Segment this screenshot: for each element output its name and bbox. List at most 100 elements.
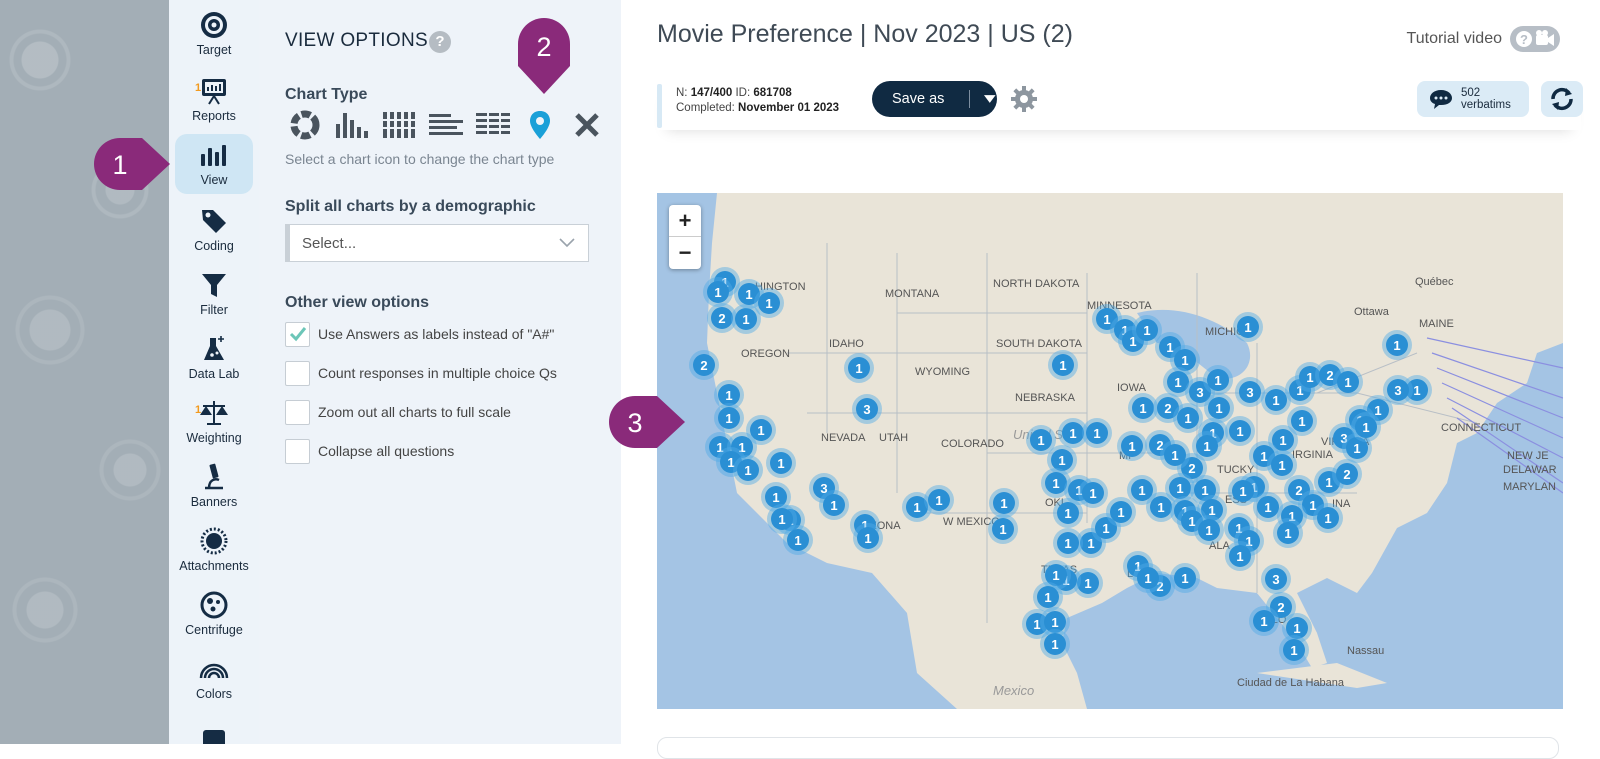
- chart-type-stacked-horizontal-bar[interactable]: [473, 108, 513, 142]
- cluster-marker[interactable]: 1: [766, 448, 796, 478]
- cluster-marker[interactable]: 1: [1204, 393, 1234, 423]
- cluster-marker[interactable]: 2: [1332, 459, 1362, 489]
- save-as-button[interactable]: Save as: [872, 81, 997, 117]
- next-chart-card: [657, 737, 1559, 759]
- cluster-marker[interactable]: 3: [852, 394, 882, 424]
- cluster-marker[interactable]: 1: [1048, 350, 1078, 380]
- cluster-marker[interactable]: 1: [1106, 497, 1136, 527]
- chart-type-donut[interactable]: [285, 108, 325, 142]
- cluster-marker[interactable]: 1: [1053, 498, 1083, 528]
- cluster-marker[interactable]: 1: [1160, 440, 1190, 470]
- cluster-marker[interactable]: 3: [1261, 564, 1291, 594]
- collapse-questions-checkbox[interactable]: [285, 438, 310, 464]
- cluster-marker[interactable]: 1: [1225, 541, 1255, 571]
- cluster-marker[interactable]: 1: [1279, 635, 1309, 665]
- cluster-marker[interactable]: 1: [1173, 403, 1203, 433]
- cluster-marker[interactable]: 1: [988, 514, 1018, 544]
- cluster-marker[interactable]: 1: [1082, 418, 1112, 448]
- sidebar-item-filter[interactable]: Filter: [175, 264, 253, 324]
- refresh-button[interactable]: [1541, 81, 1583, 117]
- cluster-count: 1: [830, 498, 837, 513]
- cluster-count: 1: [999, 522, 1006, 537]
- gear-icon[interactable]: [1010, 85, 1038, 113]
- zoom-out-button[interactable]: −: [669, 236, 701, 268]
- us-map[interactable]: HINGTON MONTANA NORTH DAKOTA MINNESOTA SOUTH…: [657, 193, 1563, 709]
- caret-down-icon[interactable]: [983, 94, 997, 104]
- cluster-marker[interactable]: 1: [714, 403, 744, 433]
- cluster-marker[interactable]: 1: [1249, 606, 1279, 636]
- cluster-marker[interactable]: 1: [754, 288, 784, 318]
- centrifuge-icon: [200, 591, 228, 619]
- map-label-delaware: DELAWAR: [1503, 464, 1557, 476]
- cluster-marker[interactable]: 1: [989, 488, 1019, 518]
- cluster-marker[interactable]: 1: [853, 523, 883, 553]
- cluster-marker[interactable]: 1: [1267, 450, 1297, 480]
- sidebar-item-label: Banners: [190, 495, 238, 509]
- cluster-count: 1: [725, 388, 732, 403]
- cluster-marker[interactable]: 1: [1117, 431, 1147, 461]
- cluster-marker[interactable]: 1: [1194, 515, 1224, 545]
- sidebar-item-data-lab[interactable]: Data Lab: [175, 328, 253, 388]
- cluster-marker[interactable]: 1: [1225, 416, 1255, 446]
- survey-meta: N: 147/400 ID: 681708 Completed: Novembe…: [676, 86, 839, 116]
- sidebar-item-attachments[interactable]: Attachments: [175, 520, 253, 580]
- cluster-marker[interactable]: 1: [1273, 518, 1303, 548]
- cluster-marker[interactable]: 1: [1313, 503, 1343, 533]
- tutorial-video-link[interactable]: Tutorial video ?: [1407, 26, 1560, 52]
- cluster-marker[interactable]: 1: [1078, 478, 1108, 508]
- sidebar-item-view[interactable]: View: [175, 134, 253, 194]
- cluster-marker[interactable]: 1: [733, 455, 763, 485]
- cluster-marker[interactable]: 3: [1235, 377, 1265, 407]
- map-canvas: HINGTONMONTANANORTH DAKOTAMINNESOTASOUTH…: [689, 193, 1563, 709]
- help-icon[interactable]: ?: [429, 31, 451, 53]
- cluster-count: 1: [1051, 637, 1058, 652]
- map-pin-icon: [530, 111, 550, 139]
- map-label-maryland: MARYLAN: [1503, 481, 1556, 493]
- cluster-marker[interactable]: 1: [1203, 365, 1233, 395]
- cluster-marker[interactable]: 1: [819, 490, 849, 520]
- verbatims-button[interactable]: 502 verbatims: [1417, 81, 1529, 117]
- sidebar-item-coding[interactable]: Coding: [175, 200, 253, 260]
- cluster-count: 1: [742, 312, 749, 327]
- panel-title: VIEW OPTIONS: [285, 30, 428, 51]
- cluster-marker[interactable]: 1: [924, 485, 954, 515]
- cluster-marker[interactable]: 1: [1351, 412, 1381, 442]
- cluster-marker[interactable]: 1: [1382, 330, 1412, 360]
- cluster-marker[interactable]: 1: [1133, 563, 1163, 593]
- chart-type-map[interactable]: [520, 108, 560, 142]
- sidebar-item-reports[interactable]: 1 Reports: [175, 70, 253, 130]
- cluster-marker[interactable]: 1: [1170, 563, 1200, 593]
- count-responses-checkbox[interactable]: [285, 360, 310, 386]
- cluster-marker[interactable]: 1: [1040, 629, 1070, 659]
- chart-type-stacked-vertical-bar[interactable]: [379, 108, 419, 142]
- sidebar-item-weighting[interactable]: 1 Weighting: [175, 392, 253, 452]
- zoom-out-checkbox[interactable]: [285, 399, 310, 425]
- cluster-count: 1: [1144, 571, 1151, 586]
- cluster-marker[interactable]: 1: [1228, 476, 1258, 506]
- map-label-new-je: NEW JE: [1507, 450, 1549, 462]
- sidebar-item-centrifuge[interactable]: Centrifuge: [175, 584, 253, 644]
- chart-type-remove[interactable]: [567, 108, 607, 142]
- cluster-marker[interactable]: 1: [1287, 406, 1317, 436]
- icon-sidebar: Target 1 Reports View Coding Filter Data…: [169, 0, 259, 744]
- cluster-marker[interactable]: 1: [767, 504, 797, 534]
- cluster-marker[interactable]: 1: [844, 353, 874, 383]
- cluster-count: 1: [1087, 536, 1094, 551]
- sidebar-item-label: Reports: [192, 109, 236, 123]
- sidebar-item-target[interactable]: Target: [175, 4, 253, 64]
- cluster-marker[interactable]: 1: [1233, 312, 1263, 342]
- cluster-marker[interactable]: 2: [689, 350, 719, 380]
- answers-labels-checkbox[interactable]: [285, 321, 310, 347]
- tag-icon: [202, 210, 226, 233]
- cluster-marker[interactable]: 1: [703, 277, 733, 307]
- zoom-in-button[interactable]: +: [669, 205, 701, 236]
- chart-type-horizontal-bar[interactable]: [426, 108, 466, 142]
- option-label: Count responses in multiple choice Qs: [318, 365, 557, 381]
- sidebar-item-label: Coding: [194, 239, 234, 253]
- cluster-marker[interactable]: 1: [1053, 528, 1083, 558]
- chart-type-vertical-bar[interactable]: [332, 108, 372, 142]
- demographic-select[interactable]: Select...: [285, 224, 589, 262]
- sidebar-item-banners[interactable]: Banners: [175, 456, 253, 516]
- cluster-marker[interactable]: 1: [1333, 367, 1363, 397]
- sidebar-item-colors[interactable]: Colors: [175, 648, 253, 708]
